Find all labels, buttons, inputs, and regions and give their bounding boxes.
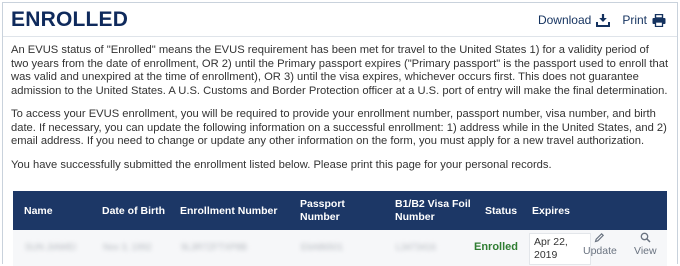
column-header-name: Name <box>24 205 53 217</box>
access-instructions: To access your EVUS enrollment, you will… <box>11 108 667 148</box>
column-header-passport-number: Passport Number <box>300 198 345 223</box>
update-button[interactable]: Update <box>583 232 617 257</box>
cell-passport-number: E6A86501 <box>301 242 344 252</box>
cell-visa-foil-number: L3473416 <box>396 242 437 252</box>
cell-date-of-birth: Nov 3, 1992 <box>103 242 152 252</box>
column-header-enrollment-number: Enrollment Number <box>180 205 278 217</box>
column-header-status: Status <box>485 205 518 217</box>
cell-expires: Apr 22, 2019 <box>529 233 591 265</box>
table-header: Name Date of Birth Enrollment Number Pas… <box>13 191 667 230</box>
table-row: SUN JIAWEI Nov 3, 1992 9L3R7ZFTXP8B E6A8… <box>13 230 667 266</box>
cell-enrollment-number: 9L3R7ZFTXP8B <box>181 242 248 252</box>
print-icon <box>652 13 666 27</box>
evus-status-explanation: An EVUS status of "Enrolled" means the E… <box>11 44 669 97</box>
status-badge: Enrolled <box>474 241 519 253</box>
column-header-visa-foil-number: B1/B2 Visa Foil Number <box>395 198 471 223</box>
view-label: View <box>634 245 657 257</box>
enrollment-table: Name Date of Birth Enrollment Number Pas… <box>13 191 667 266</box>
cell-name: SUN JIAWEI <box>25 242 77 252</box>
download-icon <box>596 14 611 27</box>
submission-confirmation: You have successfully submitted the enro… <box>11 159 552 171</box>
column-header-expires: Expires <box>532 205 570 217</box>
print-label: Print <box>622 13 647 27</box>
page-title: ENROLLED <box>11 8 129 31</box>
header-actions: Download Print <box>538 13 666 27</box>
header-divider <box>3 36 677 37</box>
download-button[interactable]: Download <box>537 13 611 27</box>
print-button[interactable]: Print <box>622 13 666 27</box>
column-header-dob: Date of Birth <box>102 205 165 217</box>
search-icon <box>640 232 651 243</box>
download-label: Download <box>537 13 592 27</box>
update-label: Update <box>583 245 617 257</box>
view-button[interactable]: View <box>634 232 657 257</box>
pencil-icon <box>595 232 605 243</box>
